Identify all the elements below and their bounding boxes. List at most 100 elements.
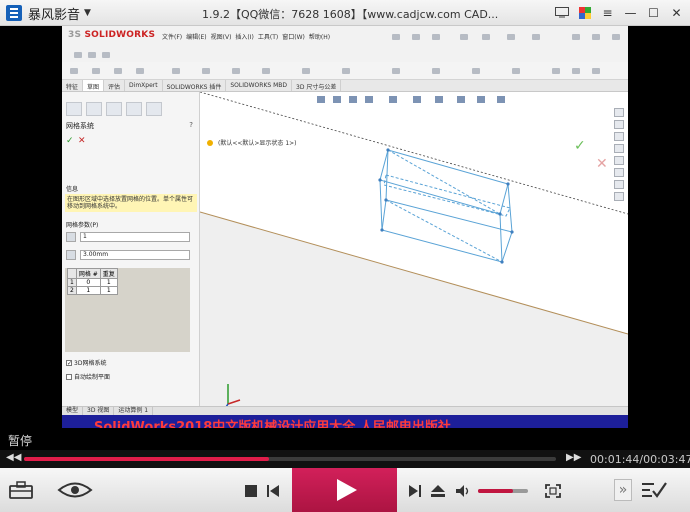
toolbox-icon[interactable]	[8, 480, 34, 500]
sw-bottom-tabs: 模型 3D 视图 运动算例 1	[62, 406, 628, 415]
table-row[interactable]: 2 1 1	[67, 286, 118, 295]
sw-toolbar-icon	[232, 68, 240, 74]
volume-icon[interactable]	[456, 484, 472, 498]
stop-icon[interactable]	[244, 484, 258, 498]
params-header[interactable]: 网格参数(P)	[66, 220, 98, 229]
sw-menu-help: 帮助(H)	[308, 34, 331, 41]
checkbox-unchecked[interactable]	[66, 373, 72, 380]
checkbox-3d-grid[interactable]: ✓ 3D网格系统	[66, 358, 106, 367]
close-icon[interactable]: ✕	[667, 3, 686, 22]
configuration-manager-icon[interactable]	[106, 102, 122, 116]
expand-panel-icon[interactable]: »	[614, 479, 632, 501]
table-cell[interactable]: 1	[99, 286, 118, 295]
sw-toolbar-icon	[92, 68, 100, 74]
sw-toolbar-icon	[262, 68, 270, 74]
grid-table[interactable]: 网格 # 重复 1 0 1 2 1 1	[67, 268, 118, 295]
task-pane-custom-icon[interactable]	[614, 180, 624, 189]
feature-manager-icon[interactable]	[66, 102, 82, 116]
player-logo-icon	[6, 5, 22, 21]
task-pane-palette-icon[interactable]	[614, 156, 624, 165]
graphics-area: (默认<<默认>显示状态 1>) ✓ ✕	[200, 92, 628, 406]
table-cell[interactable]: 0	[75, 278, 101, 287]
sw-toolbar-icon	[572, 68, 580, 74]
video-subtitle-strip: SolidWorks2018中文版机械设计应用大全 人民邮电出版社	[62, 415, 628, 428]
menu-icon[interactable]: ≡	[598, 3, 617, 22]
sw-menu-view: 视图(V)	[210, 34, 232, 41]
manager-tabs	[62, 102, 200, 118]
previous-icon[interactable]	[266, 484, 280, 498]
next-icon[interactable]	[408, 484, 422, 498]
pm-title: 网格系统	[66, 122, 94, 130]
mini-mode-icon[interactable]	[552, 3, 571, 22]
display-manager-icon[interactable]	[146, 102, 162, 116]
grid-count-input[interactable]: 1	[80, 232, 190, 242]
close-icon[interactable]: ✕	[78, 136, 86, 146]
sw-tab-mbd: SOLIDWORKS MBD	[226, 80, 293, 91]
table-cell[interactable]: 1	[99, 278, 118, 287]
volume-slider[interactable]	[478, 489, 528, 493]
ok-icon[interactable]: ✓	[66, 136, 74, 146]
task-pane-appearance-icon[interactable]	[614, 168, 624, 177]
sw-toolbar-icon	[572, 34, 580, 40]
dimxpert-manager-icon[interactable]	[126, 102, 142, 116]
property-manager: 网格系统 ? ✓ ✕ 信息 在图形区域中选择放置网格的位置。单个属性可移动到网格…	[62, 92, 200, 428]
sw-toolbar-icon	[74, 52, 82, 58]
sw-title-bar: 3S SOLIDWORKS 文件(F) 编辑(E) 视图(V) 插入(I) 工具…	[62, 26, 628, 48]
video-player-window: 暴风影音 ▼ 1.9.2【QQ微信：7628 1608】【www.cadjcw.…	[0, 0, 690, 512]
skin-icon[interactable]	[575, 3, 594, 22]
checkbox-label: 自动绘制平面	[74, 374, 111, 381]
sw-toolbar-icon	[482, 34, 490, 40]
sw-toolbar-icon	[342, 68, 350, 74]
tab-motion-study[interactable]: 运动算例 1	[114, 407, 154, 415]
sw-toolbar-icon	[302, 68, 310, 74]
player-brand-menu[interactable]: 暴风影音 ▼	[6, 4, 91, 23]
seek-track[interactable]	[24, 457, 556, 461]
eye-icon[interactable]	[56, 480, 94, 500]
tab-model[interactable]: 模型	[62, 407, 84, 415]
task-pane-resources-icon[interactable]	[614, 120, 624, 129]
sw-toolbar-icon	[412, 34, 420, 40]
grid-distance-input[interactable]: 3.00mm	[80, 250, 190, 260]
sw-toolbar-icon	[472, 68, 480, 74]
table-cell[interactable]: 1	[75, 286, 101, 295]
fast-forward-icon[interactable]: ▶▶	[566, 452, 581, 463]
maximize-icon[interactable]: ☐	[644, 3, 663, 22]
sw-logo: 3S SOLIDWORKS	[68, 30, 156, 40]
property-manager-icon[interactable]	[86, 102, 102, 116]
task-pane-home-icon[interactable]	[614, 108, 624, 117]
task-pane-tabs	[614, 108, 626, 218]
feature-tree-item[interactable]: (默认<<默认>显示状态 1>)	[218, 139, 297, 147]
message-header[interactable]: 信息	[66, 184, 78, 193]
sw-tab-dimxpert: DimXpert	[125, 80, 163, 91]
table-row[interactable]: 1 0 1	[67, 278, 118, 287]
confirm-icon[interactable]: ✓	[574, 138, 586, 154]
cancel-icon[interactable]: ✕	[596, 156, 608, 172]
task-pane-library-icon[interactable]	[614, 132, 624, 141]
checkbox-auto-planes[interactable]: 自动绘制平面	[66, 372, 110, 381]
playlist-icon[interactable]	[640, 480, 668, 500]
sw-tab-addins: SOLIDWORKS 插件	[163, 80, 227, 91]
volume-level	[478, 489, 513, 493]
help-icon[interactable]: ?	[189, 121, 193, 129]
fullscreen-icon[interactable]	[544, 483, 562, 499]
task-pane-forum-icon[interactable]	[614, 192, 624, 201]
play-icon	[336, 479, 357, 501]
rewind-icon[interactable]: ◀◀	[6, 452, 21, 463]
checkbox-checked[interactable]: ✓	[66, 359, 72, 366]
sw-toolbar-icon	[202, 68, 210, 74]
sw-menu-window: 窗口(W)	[282, 34, 305, 41]
sw-toolbar-icon	[88, 52, 96, 58]
sw-toolbar-icon	[102, 52, 110, 58]
video-frame[interactable]: 3S SOLIDWORKS 文件(F) 编辑(E) 视图(V) 插入(I) 工具…	[62, 26, 628, 428]
minimize-icon[interactable]: —	[621, 3, 640, 22]
sw-toolbar-row	[62, 48, 628, 62]
sw-toolbar-icon	[460, 34, 468, 40]
seek-progress	[24, 457, 269, 461]
sw-toolbar-icon	[592, 34, 600, 40]
sw-menu-tools: 工具(T)	[257, 34, 279, 41]
task-pane-explorer-icon[interactable]	[614, 144, 624, 153]
play-button[interactable]	[292, 468, 397, 512]
tab-3d-views[interactable]: 3D 视图	[83, 407, 115, 415]
eject-icon[interactable]	[430, 484, 446, 498]
sw-menu-edit: 编辑(E)	[186, 34, 207, 41]
